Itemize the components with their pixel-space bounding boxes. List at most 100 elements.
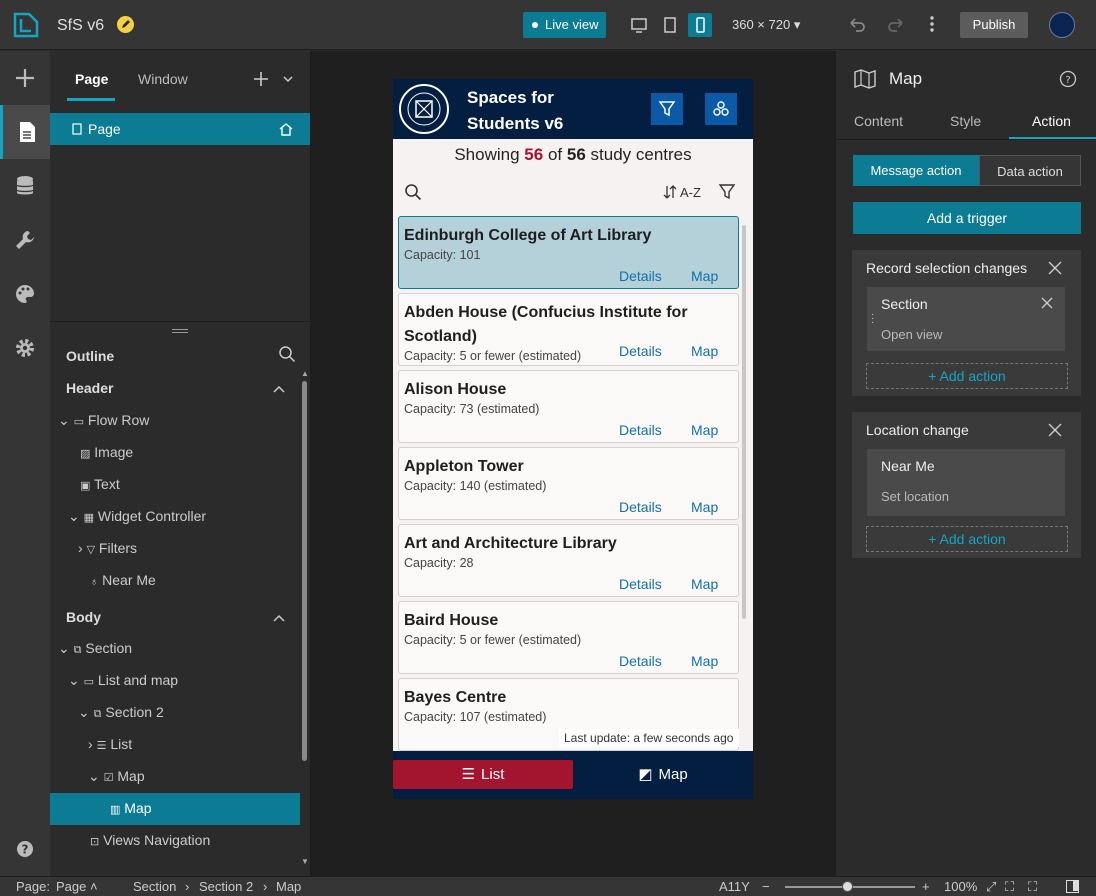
map-link[interactable]: Map <box>691 422 718 438</box>
scroll-up-icon[interactable]: ▲ <box>301 369 309 378</box>
message-action-tab[interactable]: Message action <box>853 155 979 186</box>
list-item[interactable]: Alison House Capacity: 73 (estimated) De… <box>398 370 739 443</box>
map-link[interactable]: Map <box>691 268 718 284</box>
outline-filters[interactable]: › ▽ Filters <box>78 540 137 556</box>
page-list-item[interactable]: Page <box>50 113 310 145</box>
map-link[interactable]: Map <box>691 343 718 359</box>
near-me-button[interactable] <box>705 93 737 125</box>
chevron-down-icon[interactable] <box>282 75 294 83</box>
panel-toggle-icon[interactable] <box>1066 880 1079 893</box>
logo-icon[interactable] <box>12 11 40 39</box>
outline-views-navigation[interactable]: ⊡ Views Navigation <box>90 832 210 848</box>
fullscreen-icon[interactable]: ⛶ <box>1028 879 1037 895</box>
outline-map[interactable]: ⌄ ☑ Map <box>88 768 145 785</box>
add-action-button[interactable]: + Add action <box>866 363 1068 389</box>
outline-image[interactable]: ▨ Image <box>80 444 133 460</box>
publish-button[interactable]: Publish <box>960 12 1028 38</box>
action-item[interactable]: Near Me Set location <box>867 449 1065 516</box>
add-page-icon[interactable] <box>253 71 269 87</box>
outline-section[interactable]: ⌄ ⧉ Section <box>58 640 132 657</box>
outline-map-widget[interactable]: ▥ Map <box>110 800 152 816</box>
close-icon[interactable] <box>1041 297 1053 309</box>
sort-button[interactable]: A-Z <box>663 184 701 200</box>
list-item[interactable]: Abden House (Confucius Institute for Sco… <box>398 293 739 366</box>
zoom-out-icon[interactable]: − <box>762 879 770 894</box>
filter-button[interactable] <box>651 93 683 125</box>
tablet-icon[interactable] <box>658 13 682 37</box>
list-item[interactable]: Art and Architecture Library Capacity: 2… <box>398 524 739 597</box>
breadcrumb-map[interactable]: Map <box>276 879 301 894</box>
phone-icon[interactable] <box>688 13 712 37</box>
page-selector[interactable]: Page ˄ <box>56 879 98 894</box>
map-link[interactable]: Map <box>691 576 718 592</box>
chevron-up-icon[interactable] <box>272 614 286 623</box>
outline-widget-controller[interactable]: ⌄ ▦ Widget Controller <box>68 508 206 525</box>
list-item[interactable]: Appleton Tower Capacity: 140 (estimated)… <box>398 447 739 520</box>
details-link[interactable]: Details <box>619 422 662 438</box>
more-icon[interactable] <box>922 14 942 34</box>
tab-style[interactable]: Style <box>950 113 981 129</box>
map-link[interactable]: Map <box>691 499 718 515</box>
chevron-up-icon[interactable] <box>272 385 286 394</box>
details-link[interactable]: Details <box>619 268 662 284</box>
fit-icon[interactable]: ⤢ <box>986 879 996 895</box>
outline-header[interactable]: Header <box>66 380 113 396</box>
breadcrumb-section-2[interactable]: Section 2 <box>199 879 253 894</box>
search-icon[interactable] <box>404 183 422 201</box>
close-icon[interactable] <box>1048 423 1062 437</box>
desktop-icon[interactable] <box>627 13 651 37</box>
details-link[interactable]: Details <box>619 576 662 592</box>
drag-handle-icon[interactable]: · · · <box>871 310 874 328</box>
details-link[interactable]: Details <box>619 653 662 669</box>
tab-window[interactable]: Window <box>138 71 188 87</box>
outline-body[interactable]: Body <box>66 609 101 625</box>
details-link[interactable]: Details <box>619 343 662 359</box>
add-icon[interactable] <box>0 51 50 105</box>
page-icon[interactable] <box>0 105 50 159</box>
avatar[interactable] <box>1049 12 1075 38</box>
outline-list[interactable]: › ☰ List <box>88 736 132 752</box>
outline-section-2[interactable]: ⌄ ⧉ Section 2 <box>78 704 164 721</box>
undo-icon[interactable] <box>847 14 867 34</box>
data-action-tab[interactable]: Data action <box>979 155 1081 186</box>
palette-icon[interactable] <box>0 267 50 321</box>
details-link[interactable]: Details <box>619 499 662 515</box>
data-icon[interactable] <box>0 159 50 213</box>
redo-icon[interactable] <box>886 14 906 34</box>
edit-icon[interactable] <box>117 16 134 33</box>
resize-handle[interactable] <box>172 329 188 333</box>
help-icon[interactable]: ? <box>1059 70 1077 88</box>
help-icon[interactable]: ? <box>0 822 50 876</box>
nav-map-button[interactable]: ◩ Map <box>573 760 753 789</box>
tab-page[interactable]: Page <box>75 71 108 87</box>
filter-icon[interactable] <box>718 183 736 201</box>
action-item[interactable]: Section Open view · · · <box>867 287 1065 351</box>
gear-icon[interactable] <box>0 321 50 375</box>
outline-map-selected[interactable] <box>50 793 300 825</box>
tab-content[interactable]: Content <box>854 113 903 129</box>
list-scrollbar[interactable] <box>742 225 746 619</box>
a11y-button[interactable]: A11Y <box>719 879 750 894</box>
outline-text[interactable]: ▣ Text <box>80 476 120 492</box>
outline-near-me[interactable]: ♁ Near Me <box>90 572 156 588</box>
list-item[interactable]: Edinburgh College of Art Library Capacit… <box>398 216 739 289</box>
breadcrumb-section[interactable]: Section <box>133 879 176 894</box>
zoom-slider-handle[interactable] <box>842 881 853 892</box>
outline-list-and-map[interactable]: ⌄ ▭ List and map <box>68 672 178 689</box>
scroll-down-icon[interactable]: ▼ <box>301 857 309 866</box>
home-icon[interactable] <box>278 121 294 137</box>
device-size-dropdown[interactable]: 360 × 720 ▾ <box>732 17 800 33</box>
add-action-button[interactable]: + Add action <box>866 526 1068 552</box>
zoom-in-icon[interactable]: + <box>922 879 930 894</box>
outline-flow-row[interactable]: ⌄ ▭ Flow Row <box>58 412 149 429</box>
tab-action[interactable]: Action <box>1032 113 1071 129</box>
frame-icon[interactable]: ⛶ <box>1005 879 1014 895</box>
add-trigger-button[interactable]: Add a trigger <box>853 202 1081 234</box>
search-icon[interactable] <box>278 345 296 363</box>
list-item[interactable]: Baird House Capacity: 5 or fewer (estima… <box>398 601 739 674</box>
map-link[interactable]: Map <box>691 653 718 669</box>
nav-list-button[interactable]: ☰ List <box>393 760 573 789</box>
outline-scrollbar[interactable] <box>302 381 307 761</box>
live-view-button[interactable]: Live view <box>523 12 606 38</box>
wrench-icon[interactable] <box>0 213 50 267</box>
